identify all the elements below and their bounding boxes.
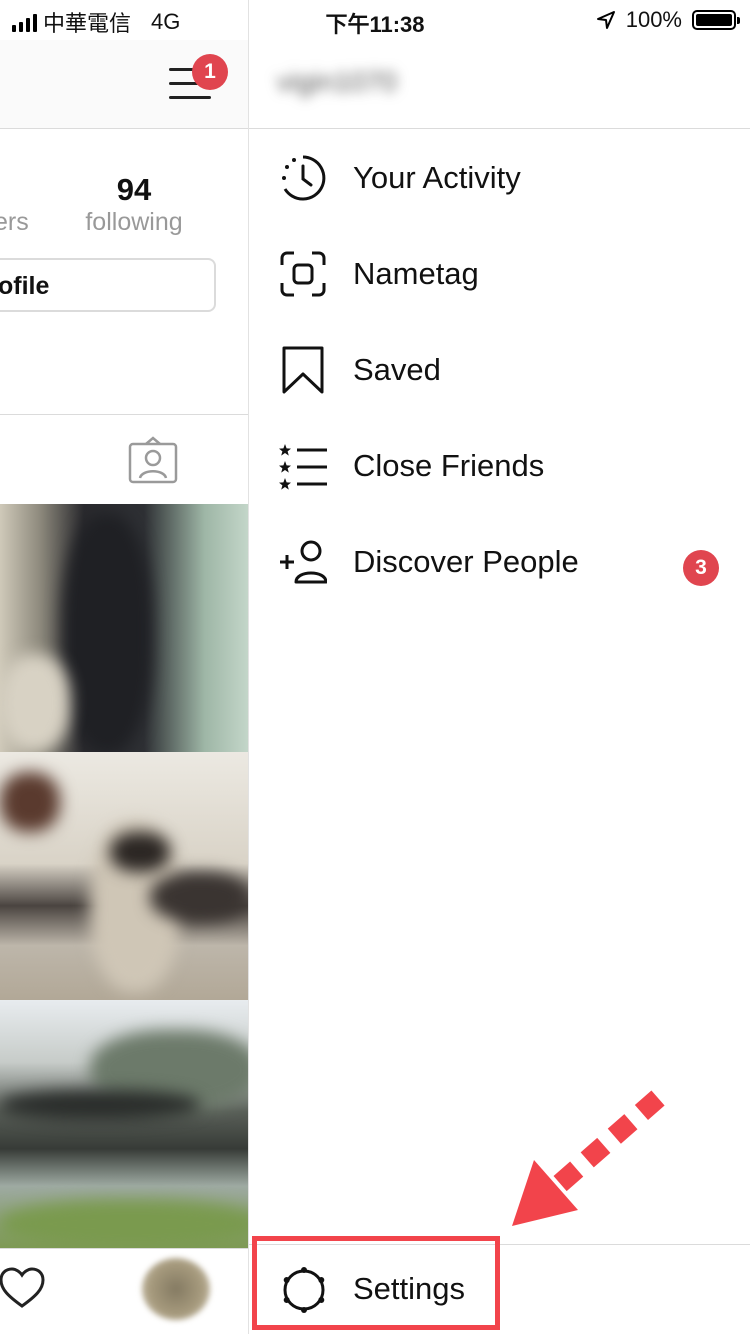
tagged-photos-icon[interactable]: [128, 436, 178, 484]
heart-icon[interactable]: [0, 1266, 46, 1310]
menu-item-label: Close Friends: [353, 448, 545, 483]
menu-item-label: Discover People: [353, 544, 579, 579]
followers-label: ers: [0, 208, 29, 236]
photo-thumbnail[interactable]: [0, 504, 248, 752]
avatar[interactable]: [142, 1258, 210, 1320]
menu-item-your-activity[interactable]: Your Activity: [249, 130, 750, 226]
battery-percent: 100%: [625, 7, 682, 32]
side-drawer: vigin1070 Your Activity Nametag Saved Cl…: [248, 0, 750, 1334]
menu-item-discover-people[interactable]: Discover People 3: [249, 514, 750, 610]
menu-item-nametag[interactable]: Nametag: [249, 226, 750, 322]
profile-panel: 1 ers 94 following ofile: [0, 0, 248, 1334]
menu-item-label: Saved: [353, 352, 441, 387]
bookmark-icon: [282, 346, 324, 394]
photo-thumbnail[interactable]: [0, 752, 248, 1000]
battery-icon: [692, 10, 740, 30]
menu-item-label: Your Activity: [353, 160, 521, 195]
settings-highlight-annotation: [252, 1236, 500, 1330]
drawer-header: vigin1070: [249, 40, 750, 129]
menu-item-saved[interactable]: Saved: [249, 322, 750, 418]
username-blurred: vigin1070: [277, 66, 397, 97]
edit-profile-label: ofile: [0, 272, 50, 300]
following-label[interactable]: following: [78, 208, 190, 237]
location-arrow-icon: [596, 11, 615, 29]
photo-thumbnail[interactable]: [0, 1000, 248, 1248]
close-friends-icon: [279, 444, 327, 490]
status-bar: 中華電信 4G 下午11:38 100%: [0, 0, 750, 40]
photo-grid: [0, 504, 248, 1248]
discover-people-badge: 3: [683, 550, 719, 586]
profile-tabbar: [0, 414, 248, 505]
menu-item-label: Nametag: [353, 256, 479, 291]
activity-clock-icon: [282, 155, 326, 201]
notification-badge: 1: [192, 54, 228, 90]
menu-item-close-friends[interactable]: Close Friends: [249, 418, 750, 514]
nametag-icon: [280, 251, 326, 297]
add-person-icon: [280, 540, 327, 584]
following-count[interactable]: 94: [80, 172, 188, 208]
